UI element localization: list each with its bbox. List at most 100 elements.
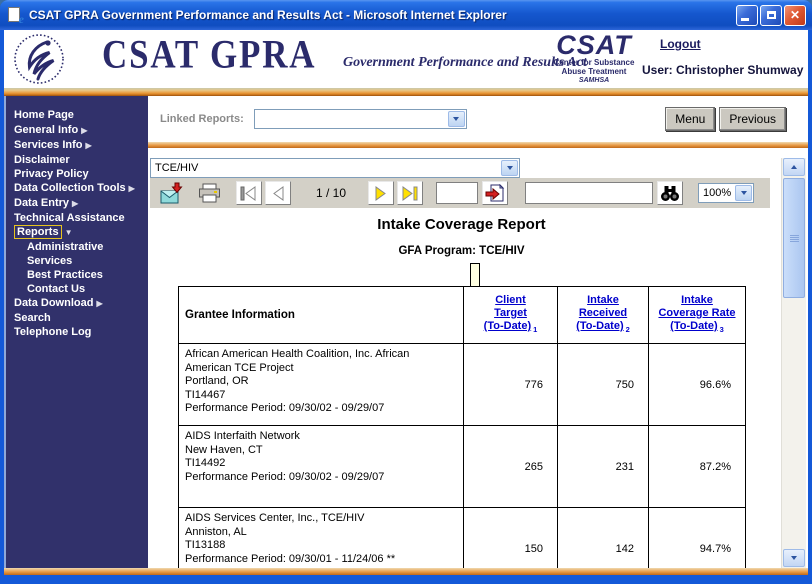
sidebar-item-services[interactable]: Services — [14, 254, 148, 268]
intake-coverage-table: Grantee Information ClientTarget(To-Date… — [178, 286, 746, 568]
report-program-label: GFA Program: TCE/HIV — [178, 245, 745, 257]
column-header-intake-coverage-rate[interactable]: IntakeCoverage Rate(To-Date)3 — [649, 287, 746, 344]
column-header-intake-received[interactable]: IntakeReceived(To-Date)2 — [558, 287, 649, 344]
report-toolbar: 1 / 10 — [150, 178, 770, 208]
coverage-rate-value: 96.6% — [649, 344, 746, 426]
client-target-value: 776 — [464, 344, 558, 426]
submenu-arrow-icon: ▶ — [85, 141, 91, 150]
sidebar-item-technical-assistance[interactable]: Technical Assistance — [14, 211, 148, 225]
bottom-divider-bar — [4, 568, 808, 575]
sidebar-item-general-info[interactable]: General Info▶ — [14, 123, 148, 138]
grantee-info-cell: AIDS Interfaith Network New Haven, CT TI… — [179, 426, 464, 508]
performance-period: Performance Period: 09/30/02 - 09/29/07 — [185, 471, 457, 485]
header-divider-bar — [4, 88, 808, 96]
dropdown-arrow-icon[interactable] — [735, 185, 752, 201]
grant-id: TI13188 — [185, 539, 457, 553]
intake-received-value: 231 — [558, 426, 649, 508]
submenu-arrow-icon: ▶ — [129, 184, 135, 193]
column-header-client-target[interactable]: ClientTarget(To-Date)1 — [464, 287, 558, 344]
hhs-eagle-logo-icon — [13, 33, 65, 90]
minimize-button[interactable] — [736, 5, 758, 26]
table-row: AIDS Services Center, Inc., TCE/HIV Anni… — [179, 508, 746, 569]
client-target-value: 265 — [464, 426, 558, 508]
dropdown-arrow-icon[interactable] — [448, 111, 465, 127]
report-canvas: Intake Coverage Report GFA Program: TCE/… — [148, 208, 781, 568]
previous-page-button[interactable] — [265, 181, 291, 205]
sidebar-item-services-info[interactable]: Services Info▶ — [14, 138, 148, 153]
csat-logo-acronym: CSAT — [538, 32, 650, 58]
scrollbar-thumb[interactable] — [783, 178, 805, 298]
linked-reports-select[interactable] — [254, 109, 467, 129]
submenu-arrow-icon: ▶ — [81, 126, 87, 135]
sidebar-nav: Home Page General Info▶ Services Info▶ D… — [4, 96, 148, 568]
grantee-location: Anniston, AL — [185, 526, 457, 540]
goto-page-input[interactable] — [436, 182, 478, 204]
goto-page-button[interactable] — [482, 181, 508, 205]
linked-reports-bar: Linked Reports: Menu Previous — [148, 96, 808, 142]
maximize-button[interactable] — [760, 5, 782, 26]
logged-in-user: User: Christopher Shumway — [642, 63, 803, 77]
next-page-button[interactable] — [368, 181, 394, 205]
app-header: CSAT GPRA Government Performance and Res… — [4, 30, 808, 88]
grantee-name: AIDS Services Center, Inc., TCE/HIV — [185, 512, 457, 526]
grantee-location: Portland, OR — [185, 375, 457, 389]
linked-reports-label: Linked Reports: — [160, 113, 244, 125]
window-controls: ✕ — [736, 5, 812, 26]
sidebar-item-best-practices[interactable]: Best Practices — [14, 268, 148, 282]
zoom-level-select[interactable]: 100% — [698, 183, 754, 203]
brand-block: CSAT GPRA Government Performance and Res… — [102, 34, 587, 78]
csat-logo-line2: Abuse Treatment — [538, 67, 650, 76]
table-row: AIDS Interfaith Network New Haven, CT TI… — [179, 426, 746, 508]
submenu-arrow-icon: ▶ — [72, 199, 78, 208]
print-icon[interactable] — [198, 183, 222, 203]
find-icon[interactable] — [657, 181, 683, 205]
sidebar-item-home-page[interactable]: Home Page — [14, 108, 148, 123]
previous-button[interactable]: Previous — [719, 107, 786, 131]
scroll-down-button[interactable] — [783, 549, 805, 567]
coverage-rate-value: 87.2% — [649, 426, 746, 508]
menu-button[interactable]: Menu — [665, 107, 715, 131]
csat-logo-line3: SAMHSA — [538, 76, 650, 85]
brand-title: CSAT GPRA — [102, 32, 316, 78]
vertical-scrollbar[interactable] — [781, 158, 806, 568]
submenu-arrow-icon: ▼ — [65, 228, 73, 237]
grantee-info-cell: African American Health Coalition, Inc. … — [179, 344, 464, 426]
intake-received-value: 750 — [558, 344, 649, 426]
sidebar-item-data-entry[interactable]: Data Entry▶ — [14, 196, 148, 211]
internet-explorer-document-icon: e — [7, 7, 24, 24]
close-button[interactable]: ✕ — [784, 5, 806, 26]
table-row: African American Health Coalition, Inc. … — [179, 344, 746, 426]
csat-samhsa-logo: CSAT Center for Substance Abuse Treatmen… — [538, 32, 650, 85]
grant-id: TI14467 — [185, 389, 457, 403]
client-target-value: 150 — [464, 508, 558, 569]
intake-received-value: 142 — [558, 508, 649, 569]
column-header-grantee-information: Grantee Information — [179, 287, 464, 344]
sidebar-item-data-collection-tools[interactable]: Data Collection Tools▶ — [14, 181, 148, 196]
browser-window: e CSAT GPRA Government Performance and R… — [0, 0, 812, 584]
report-title: Intake Coverage Report — [178, 216, 745, 233]
grantee-info-cell: AIDS Services Center, Inc., TCE/HIV Anni… — [179, 508, 464, 569]
sidebar-item-administrative[interactable]: Administrative — [14, 240, 148, 254]
first-page-button[interactable] — [236, 181, 262, 205]
sidebar-item-reports[interactable]: Reports▼ — [14, 225, 148, 240]
sidebar-item-contact-us[interactable]: Contact Us — [14, 282, 148, 296]
performance-period: Performance Period: 09/30/02 - 09/29/07 — [185, 402, 457, 416]
sidebar-item-telephone-log[interactable]: Telephone Log — [14, 325, 148, 339]
report-program-select[interactable]: TCE/HIV — [150, 158, 520, 178]
grant-id: TI14492 — [185, 457, 457, 471]
export-icon[interactable] — [160, 182, 184, 204]
logout-link[interactable]: Logout — [660, 37, 701, 51]
sidebar-item-disclaimer[interactable]: Disclaimer — [14, 153, 148, 167]
search-text-input[interactable] — [525, 182, 653, 204]
grantee-name: AIDS Interfaith Network — [185, 430, 457, 444]
scroll-up-button[interactable] — [783, 158, 805, 176]
performance-period: Performance Period: 09/30/01 - 11/24/06 … — [185, 553, 457, 567]
grantee-name: African American Health Coalition, Inc. … — [185, 348, 457, 375]
last-page-button[interactable] — [397, 181, 423, 205]
sidebar-item-search[interactable]: Search — [14, 311, 148, 325]
sidebar-item-privacy-policy[interactable]: Privacy Policy — [14, 167, 148, 181]
sidebar-item-data-download[interactable]: Data Download▶ — [14, 296, 148, 311]
footnote-marker: 3 — [720, 325, 724, 334]
browser-client-area: CSAT GPRA Government Performance and Res… — [4, 30, 808, 575]
dropdown-arrow-icon[interactable] — [501, 160, 518, 176]
